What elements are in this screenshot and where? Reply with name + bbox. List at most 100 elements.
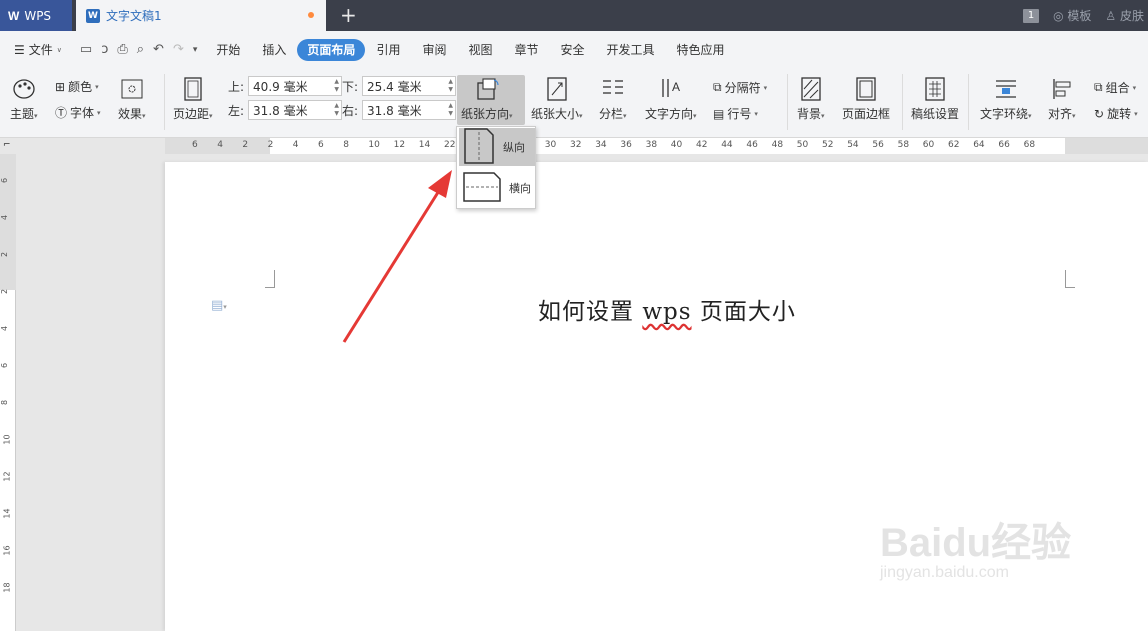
- tab-page-layout[interactable]: 页面布局: [297, 38, 366, 61]
- title-part-c: 页面大小: [691, 299, 796, 325]
- ruler-tick-label: 66: [998, 140, 1010, 150]
- separator-button[interactable]: ⧉ 分隔符 ▾: [713, 79, 767, 96]
- templates-button[interactable]: ◎ 模板: [1053, 7, 1091, 24]
- document-tab[interactable]: W 文字文稿1: [76, 0, 326, 31]
- rotate-button[interactable]: ↻ 旋转 ▾: [1094, 105, 1138, 122]
- print-preview-icon[interactable]: ⌕: [137, 42, 144, 57]
- columns-button[interactable]: 分栏▾: [599, 76, 627, 122]
- caret-icon: ▾: [693, 112, 697, 120]
- window-count-badge[interactable]: 1: [1023, 8, 1040, 23]
- page-border-button[interactable]: 页面边框: [842, 76, 890, 122]
- ruler-tick-label: 4: [292, 140, 299, 150]
- color-label: 颜色: [68, 80, 93, 94]
- ruler-tick-label: 2: [0, 251, 10, 258]
- margin-button[interactable]: 页边距▾: [173, 76, 213, 122]
- text-direction-button[interactable]: A 文字方向▾: [645, 76, 697, 122]
- caret-icon: ▾: [34, 112, 38, 120]
- tab-developer[interactable]: 开发工具: [596, 39, 666, 61]
- tab-special[interactable]: 特色应用: [666, 39, 736, 61]
- landscape-option[interactable]: 横向: [459, 171, 535, 205]
- file-menu[interactable]: ☰ 文件 ∨: [0, 41, 72, 58]
- align-text: 对齐: [1048, 107, 1073, 121]
- effect-button[interactable]: 效果▾: [118, 76, 146, 122]
- tab-view[interactable]: 视图: [457, 39, 503, 61]
- orientation-button[interactable]: 纸张方向▾: [461, 76, 513, 122]
- page-size-button[interactable]: 纸张大小▾: [531, 76, 583, 122]
- left-margin-label: 左:: [228, 103, 245, 118]
- left-margin-input[interactable]: 31.8 毫米 ▲ ▼: [248, 100, 343, 120]
- page-orientation-icon: [474, 76, 500, 102]
- text-wrap-button[interactable]: 文字环绕▾: [980, 76, 1032, 122]
- title-part-a: 如何设置: [538, 299, 643, 325]
- document-title-text[interactable]: 如何设置 wps 页面大小: [538, 292, 796, 326]
- caret-icon: ▾: [763, 83, 768, 92]
- ruler-tick-label: 2: [242, 140, 249, 150]
- wps-logo-icon: W: [8, 8, 20, 23]
- portrait-option[interactable]: 纵向: [459, 127, 535, 166]
- background-button[interactable]: 背景▾: [797, 76, 825, 122]
- columns-icon: [600, 76, 626, 102]
- format-painter-icon[interactable]: ↄ: [101, 42, 108, 57]
- separator-label: 分隔符: [724, 81, 761, 95]
- tab-stop-icon[interactable]: ⌐: [3, 140, 11, 150]
- paragraph-layout-icon[interactable]: ▤▾: [211, 298, 227, 313]
- align-button[interactable]: 对齐▾: [1048, 76, 1076, 122]
- spinner-icon[interactable]: ▲ ▼: [334, 102, 339, 118]
- baidu-watermark: Baidu经验 jingyan.baidu.com: [880, 510, 1071, 582]
- ribbon-separator: [902, 74, 903, 130]
- break-icon: ⧉: [713, 80, 722, 94]
- ruler-tick-label: 44: [721, 140, 733, 150]
- tab-references[interactable]: 引用: [365, 39, 411, 61]
- ruler-tick-label: 42: [696, 140, 708, 150]
- vertical-ruler[interactable]: 6 4 2 2 4 6 8 10 12 14 16 18: [0, 154, 16, 631]
- new-tab-button[interactable]: +: [340, 3, 357, 27]
- color-button[interactable]: ⊞ 颜色 ▾: [55, 78, 99, 95]
- caret-icon: ▾: [97, 108, 101, 117]
- page-margin-icon: [180, 76, 206, 102]
- chevron-down-icon: ∨: [56, 45, 62, 54]
- wps-home-tab[interactable]: W WPS: [0, 0, 72, 31]
- tab-insert[interactable]: 插入: [251, 39, 297, 61]
- caret-icon: ▾: [95, 82, 99, 91]
- horizontal-ruler[interactable]: 6422468101214222426283032343638404244464…: [165, 138, 1148, 154]
- right-margin-label: 右:: [342, 103, 359, 118]
- ruler-tick-label: 32: [570, 140, 582, 150]
- right-margin-input[interactable]: 31.8 毫米 ▲ ▼: [362, 100, 457, 120]
- save-icon[interactable]: ▭: [80, 42, 92, 57]
- undo-icon[interactable]: ↶: [153, 42, 164, 57]
- ruler-tick-label: 8: [0, 399, 10, 406]
- line-number-button[interactable]: ▤ 行号 ▾: [713, 105, 758, 122]
- top-margin-label: 上:: [228, 79, 245, 94]
- margin-label: 页边距▾: [173, 105, 213, 122]
- line-number-label: 行号: [727, 107, 752, 121]
- spinner-icon[interactable]: ▲ ▼: [448, 102, 453, 118]
- theme-button[interactable]: 主题▾: [10, 76, 38, 122]
- customize-icon[interactable]: ▾: [193, 45, 198, 55]
- ruler-tick-label: 8: [343, 140, 349, 150]
- skin-button[interactable]: ♙ 皮肤: [1105, 7, 1144, 24]
- spinner-icon[interactable]: ▲ ▼: [448, 78, 453, 94]
- bottom-margin-input[interactable]: 25.4 毫米 ▲ ▼: [362, 76, 457, 96]
- page-border-icon: [853, 76, 879, 102]
- print-icon[interactable]: ⎙: [117, 42, 127, 57]
- caret-icon: ▾: [209, 112, 213, 120]
- draft-paper-button[interactable]: 稿纸设置: [911, 76, 959, 122]
- spinner-icon[interactable]: ▲ ▼: [334, 78, 339, 94]
- tab-security[interactable]: 安全: [550, 39, 596, 61]
- menu-bar: ☰ 文件 ∨ ▭ ↄ ⎙ ⌕ ↶ ↷ ▾ 开始 插入 页面布局 引用 审阅 视图…: [0, 31, 1148, 68]
- left-margin-value: 31.8 毫米: [253, 103, 308, 118]
- tab-section[interactable]: 章节: [503, 39, 549, 61]
- tab-review[interactable]: 审阅: [411, 39, 457, 61]
- rotate-label: 旋转: [1107, 107, 1132, 121]
- ruler-tick-label: 4: [0, 214, 10, 221]
- unsaved-dot-icon: [308, 12, 314, 18]
- font-button[interactable]: Ⓣ 字体 ▾: [55, 104, 101, 121]
- right-margin-value: 31.8 毫米: [367, 103, 422, 118]
- ruler-tick-label: 10: [368, 140, 380, 150]
- color-grid-icon: ⊞: [55, 79, 66, 94]
- tab-home[interactable]: 开始: [205, 39, 251, 61]
- redo-icon[interactable]: ↷: [173, 42, 184, 57]
- ruler-tick-label: 68: [1023, 140, 1036, 150]
- top-margin-input[interactable]: 40.9 毫米 ▲ ▼: [248, 76, 343, 96]
- group-button[interactable]: ⧉ 组合 ▾: [1094, 79, 1136, 96]
